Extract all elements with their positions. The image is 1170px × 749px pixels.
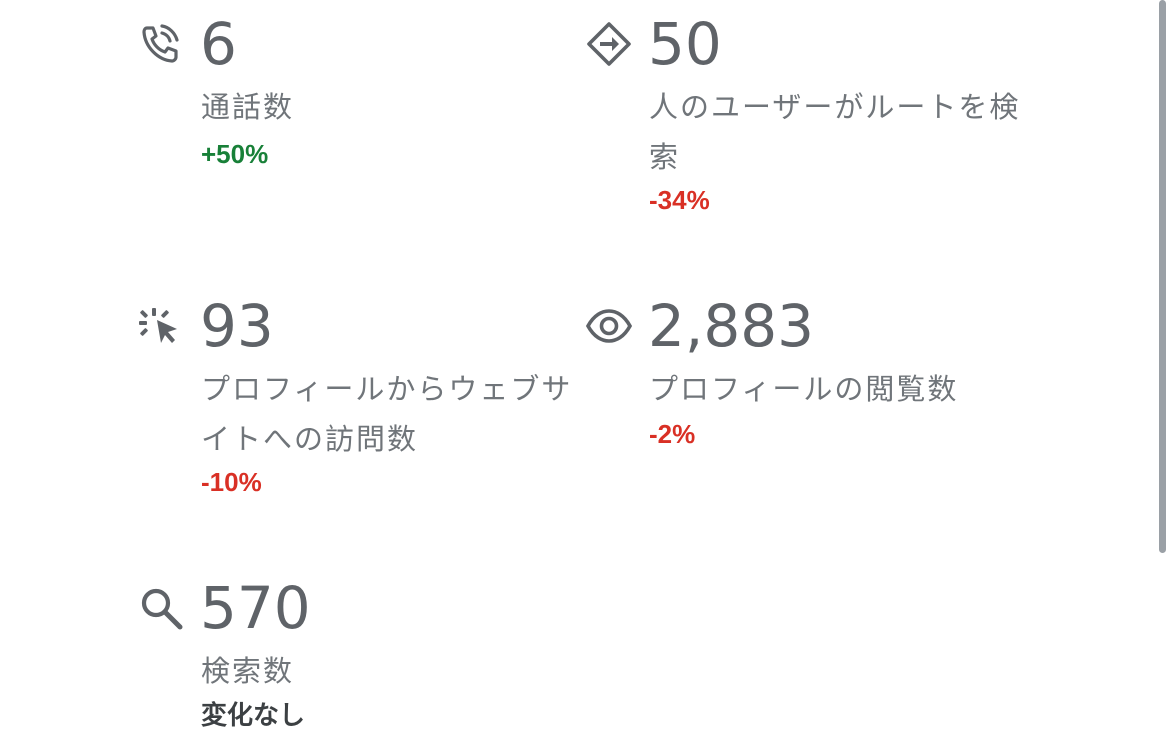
metric-value: 2,883 bbox=[648, 292, 815, 360]
phone-call-icon bbox=[137, 20, 185, 68]
scrollbar[interactable] bbox=[1159, 0, 1166, 553]
metric-change: 変化なし bbox=[201, 701, 306, 731]
metric-value: 93 bbox=[200, 292, 274, 360]
metric-value: 570 bbox=[200, 574, 311, 642]
search-icon bbox=[137, 584, 185, 632]
click-cursor-icon bbox=[137, 302, 185, 350]
metric-change: +50% bbox=[201, 139, 269, 169]
metric-value: 6 bbox=[200, 10, 237, 78]
metric-change: -10% bbox=[201, 467, 262, 497]
metric-label: プロフィールの閲覧数 bbox=[649, 372, 959, 406]
metric-label: 検索数 bbox=[201, 654, 295, 688]
eye-icon bbox=[585, 302, 633, 350]
directions-icon bbox=[585, 20, 633, 68]
metric-label: 通話数 bbox=[201, 90, 295, 124]
metric-label: 人のユーザーがルートを検索 bbox=[649, 90, 1021, 174]
metric-label: プロフィールからウェブサイトへの訪問数 bbox=[201, 372, 573, 456]
metric-change: -34% bbox=[649, 185, 710, 215]
metric-value: 50 bbox=[648, 10, 722, 78]
metric-change: -2% bbox=[649, 419, 696, 449]
